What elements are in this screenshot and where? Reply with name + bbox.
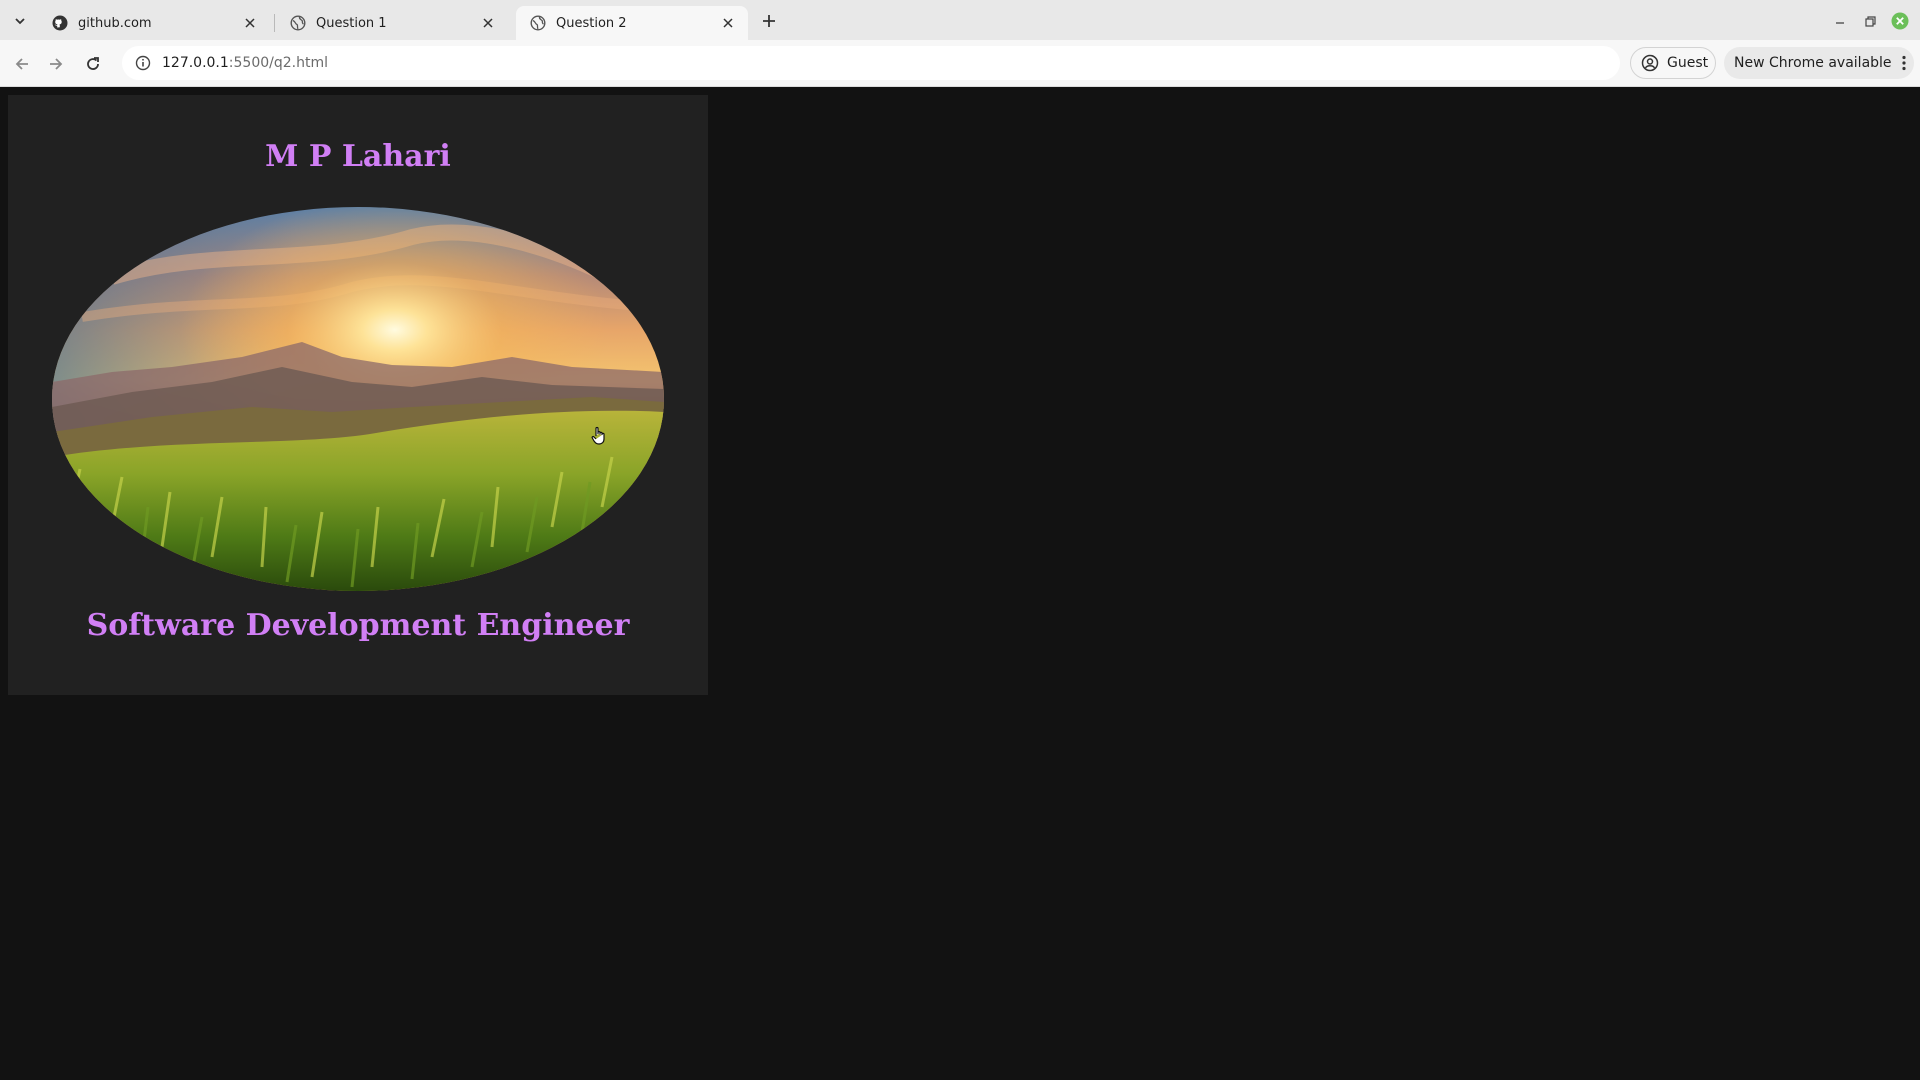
tab-title: Question 1: [316, 15, 387, 31]
close-tab-icon[interactable]: [478, 13, 498, 33]
close-tab-icon[interactable]: [240, 13, 260, 33]
page-viewport: M P Lahari Software Development Engineer: [0, 87, 1920, 1080]
github-icon: [52, 15, 68, 31]
minimize-icon: [1836, 22, 1844, 24]
kebab-menu-icon[interactable]: [1901, 55, 1906, 71]
profile-name: M P Lahari: [265, 139, 451, 174]
close-window-icon: [1891, 12, 1909, 30]
globe-icon: [290, 15, 306, 31]
site-info-icon[interactable]: [130, 50, 156, 76]
address-bar[interactable]: 127.0.0.1:5500/q2.html: [122, 46, 1620, 80]
tab-separator: [274, 14, 275, 32]
tab-title: github.com: [78, 15, 152, 31]
globe-icon: [530, 15, 546, 31]
reload-button[interactable]: [79, 50, 107, 78]
hand-pointer-cursor-icon: [591, 426, 605, 445]
restore-button[interactable]: [1858, 9, 1882, 33]
update-chrome-button[interactable]: New Chrome available: [1724, 47, 1914, 79]
arrow-right-icon: [50, 58, 63, 70]
tab-search-button[interactable]: [4, 8, 36, 34]
tab-question-1[interactable]: Question 1: [276, 6, 508, 40]
profile-card: M P Lahari Software Development Engineer: [8, 95, 708, 695]
close-tab-icon[interactable]: [718, 13, 738, 33]
update-label: New Chrome available: [1734, 55, 1892, 71]
profile-label: Guest: [1667, 55, 1709, 71]
profile-role: Software Development Engineer: [86, 608, 630, 643]
browser-toolbar: 127.0.0.1:5500/q2.html Guest New Chrome …: [0, 40, 1920, 87]
chevron-down-icon: [15, 18, 25, 25]
restore-icon: [1864, 15, 1876, 27]
tab-strip: github.com Question 1 Question 2: [0, 0, 1920, 40]
arrow-left-icon: [15, 58, 28, 70]
minimize-button[interactable]: [1828, 9, 1852, 33]
profile-image: [52, 207, 664, 591]
plus-icon: [763, 15, 775, 27]
url-host: 127.0.0.1: [162, 55, 229, 71]
close-window-button[interactable]: [1888, 9, 1912, 33]
new-tab-button[interactable]: [756, 8, 782, 34]
profile-button[interactable]: Guest: [1630, 47, 1716, 79]
tab-question-2[interactable]: Question 2: [516, 6, 748, 40]
tab-title: Question 2: [556, 15, 627, 31]
tab-github[interactable]: github.com: [38, 6, 270, 40]
back-button[interactable]: [8, 50, 36, 78]
url-path: :5500/q2.html: [228, 55, 328, 71]
forward-button[interactable]: [42, 50, 70, 78]
profile-icon: [1641, 54, 1659, 72]
reload-icon: [87, 57, 99, 70]
